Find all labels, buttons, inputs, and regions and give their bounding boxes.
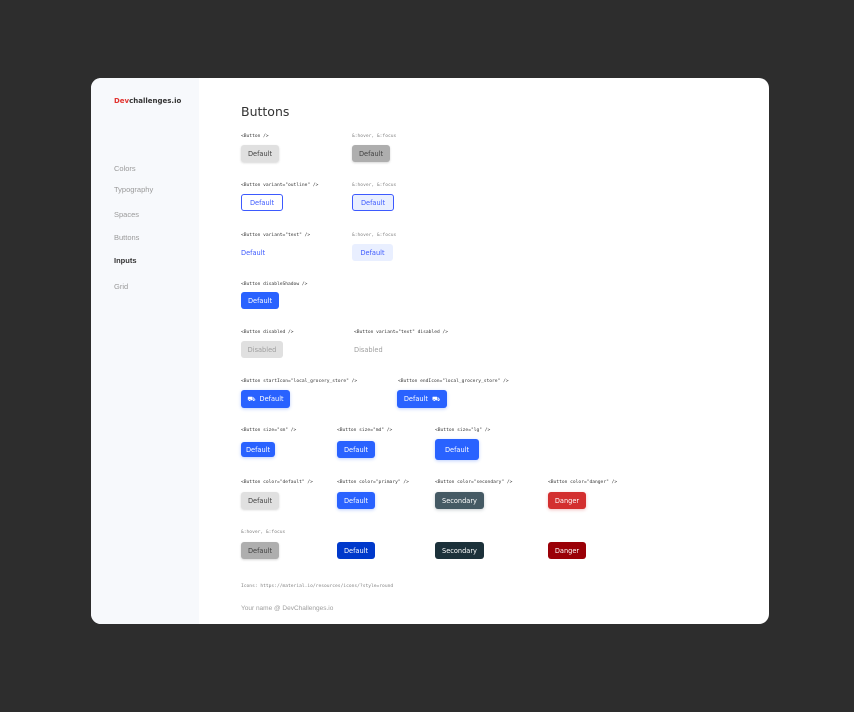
code-default: <Button /> bbox=[241, 134, 269, 139]
code-text: <Button variant="text" /> bbox=[241, 233, 311, 238]
color-primary-hover-button[interactable]: Default bbox=[337, 542, 375, 559]
code-size-md: <Button size="md" /> bbox=[337, 428, 393, 433]
code-default-hover: &:hover, &:focus bbox=[352, 134, 397, 139]
start-icon-button-label: Default bbox=[259, 395, 284, 403]
color-default-button[interactable]: Default bbox=[241, 492, 279, 509]
code-color-hover: &:hover, &:focus bbox=[241, 530, 286, 535]
code-disable-shadow: <Button disableShadow /> bbox=[241, 282, 308, 287]
color-default-hover-button[interactable]: Default bbox=[241, 542, 279, 559]
outline-hover-button[interactable]: Default bbox=[352, 194, 394, 211]
end-icon-button-label: Default bbox=[403, 395, 428, 403]
page-title: Buttons bbox=[241, 104, 290, 119]
text-button[interactable]: Default bbox=[241, 244, 279, 261]
color-primary-button[interactable]: Default bbox=[337, 492, 375, 509]
no-shadow-button[interactable]: Default bbox=[241, 292, 279, 309]
brand-accent: Dev bbox=[114, 97, 130, 105]
footer-credit: Your name @ DevChallenges.io bbox=[241, 605, 334, 612]
main-content: Buttons <Button /> &:hover, &:focus Defa… bbox=[199, 78, 769, 624]
code-size-sm: <Button size="sm" /> bbox=[241, 428, 297, 433]
sidebar: Devchallenges.io Colors Typography Space… bbox=[91, 78, 199, 624]
code-start-icon: <Button startIcon="local_grocery_store" … bbox=[241, 379, 358, 384]
brand-name: challenges.io bbox=[129, 97, 182, 105]
end-icon-button[interactable]: Default ⛟ bbox=[397, 390, 447, 408]
size-lg-button[interactable]: Default bbox=[435, 439, 479, 460]
sidebar-item-buttons[interactable]: Buttons bbox=[114, 233, 139, 242]
code-outline-hover: &:hover, &:focus bbox=[352, 183, 397, 188]
code-color-default: <Button color="default" /> bbox=[241, 480, 313, 485]
icons-source-note: Icons: https://material.io/resources/ico… bbox=[241, 584, 394, 589]
size-md-button[interactable]: Default bbox=[337, 441, 375, 458]
brand-logo[interactable]: Devchallenges.io bbox=[114, 97, 181, 105]
size-sm-button[interactable]: Default bbox=[241, 442, 275, 457]
text-disabled-button: Disabled bbox=[354, 341, 396, 358]
sidebar-item-spaces[interactable]: Spaces bbox=[114, 210, 139, 219]
sidebar-item-inputs[interactable]: Inputs bbox=[114, 256, 137, 265]
color-danger-hover-button[interactable]: Danger bbox=[548, 542, 586, 559]
code-color-danger: <Button color="danger" /> bbox=[548, 480, 618, 485]
grocery-cart-icon: ⛟ bbox=[247, 394, 256, 403]
code-text-disabled: <Button variant="text" disabled /> bbox=[354, 330, 449, 335]
code-color-primary: <Button color="primary" /> bbox=[337, 480, 409, 485]
default-button[interactable]: Default bbox=[241, 145, 279, 162]
grocery-cart-icon: ⛟ bbox=[431, 394, 441, 403]
text-hover-button[interactable]: Default bbox=[352, 244, 393, 261]
code-size-lg: <Button size="lg" /> bbox=[435, 428, 491, 433]
sidebar-item-typography[interactable]: Typography bbox=[114, 185, 153, 194]
sidebar-item-colors[interactable]: Colors bbox=[114, 164, 136, 173]
code-color-secondary: <Button color="secondary" /> bbox=[435, 480, 513, 485]
code-text-hover: &:hover, &:focus bbox=[352, 233, 397, 238]
code-disabled: <Button disabled /> bbox=[241, 330, 294, 335]
code-outline: <Button variant="outline" /> bbox=[241, 183, 319, 188]
sidebar-item-grid[interactable]: Grid bbox=[114, 282, 128, 291]
outline-button[interactable]: Default bbox=[241, 194, 283, 211]
color-secondary-button[interactable]: Secondary bbox=[435, 492, 484, 509]
start-icon-button[interactable]: ⛟ Default bbox=[241, 390, 290, 408]
code-end-icon: <Button endIcon="local_grocery_store" /> bbox=[398, 379, 509, 384]
color-secondary-hover-button[interactable]: Secondary bbox=[435, 542, 484, 559]
default-hover-button[interactable]: Default bbox=[352, 145, 390, 162]
disabled-button: Disabled bbox=[241, 341, 283, 358]
color-danger-button[interactable]: Danger bbox=[548, 492, 586, 509]
style-guide-card: Devchallenges.io Colors Typography Space… bbox=[91, 78, 769, 624]
